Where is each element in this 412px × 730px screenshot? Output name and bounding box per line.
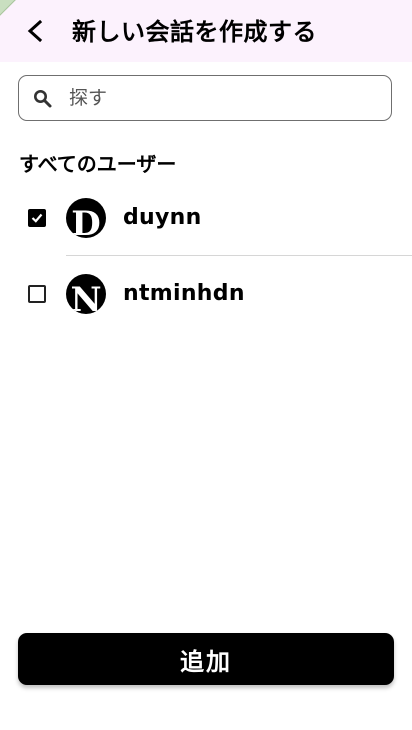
- back-button[interactable]: [18, 14, 52, 48]
- app-bar: 新しい会話を作成する: [0, 0, 412, 62]
- user-list-item[interactable]: N ntminhdn: [0, 256, 412, 332]
- avatar-letter: N: [70, 280, 102, 314]
- create-conversation-screen: 新しい会話を作成する すべてのユーザー D duynn N ntminhdn 追…: [0, 0, 412, 730]
- search-input[interactable]: [69, 76, 379, 119]
- chevron-left-icon: [27, 20, 43, 42]
- avatar: D: [66, 198, 106, 238]
- add-button[interactable]: 追加: [18, 633, 394, 685]
- page-title: 新しい会話を作成する: [72, 18, 317, 46]
- search-box[interactable]: [18, 75, 392, 121]
- username: ntminhdn: [123, 281, 245, 306]
- username: duynn: [123, 205, 202, 230]
- user-checkbox[interactable]: [28, 209, 46, 227]
- avatar-letter: D: [71, 204, 101, 238]
- section-title: すべてのユーザー: [19, 152, 177, 176]
- search-icon: [34, 90, 52, 108]
- checkmark-icon: [31, 213, 43, 223]
- user-checkbox[interactable]: [28, 285, 46, 303]
- user-list-item[interactable]: D duynn: [0, 180, 412, 256]
- avatar: N: [66, 274, 106, 314]
